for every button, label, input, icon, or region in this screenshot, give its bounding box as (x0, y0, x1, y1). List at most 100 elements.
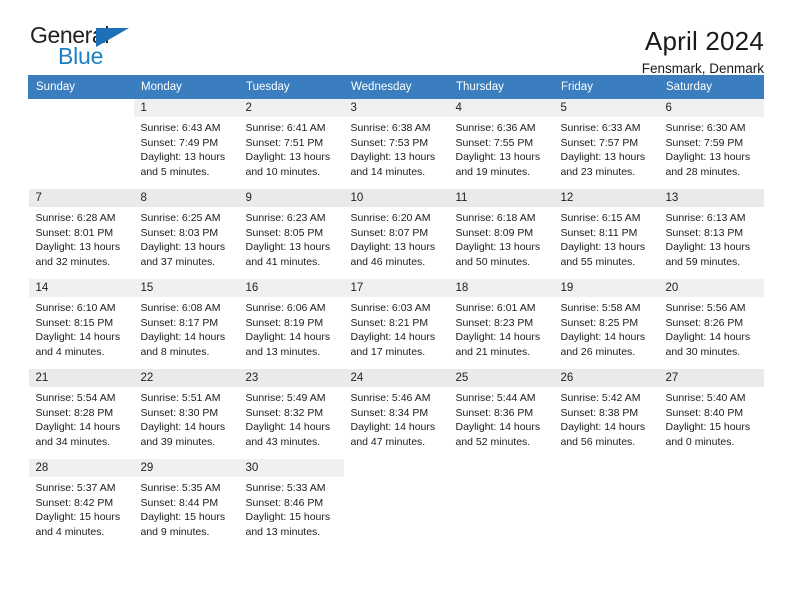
day-detail-daylight-2: and 9 minutes. (140, 525, 210, 538)
day-detail-sunset: Sunset: 7:49 PM (140, 136, 219, 149)
day-detail-daylight-1: Daylight: 13 hours (455, 151, 541, 164)
calendar-day-cell[interactable]: 24 Sunrise: 5:46 AM Sunset: 8:34 PM Dayligh… (343, 369, 449, 459)
calendar-day-cell[interactable]: 21 Sunrise: 5:54 AM Sunset: 8:28 PM Dayligh… (28, 369, 134, 459)
calendar-day-cell[interactable]: 6 Sunrise: 6:30 AM Sunset: 7:59 PM Daylight… (658, 99, 764, 189)
calendar-day-cell[interactable]: 10 Sunrise: 6:20 AM Sunset: 8:07 PM Dayligh… (343, 189, 449, 279)
weekday-header-monday: Monday (133, 75, 239, 99)
day-cell-body: 8 Sunrise: 6:25 AM Sunset: 8:03 PM Daylight… (133, 189, 239, 279)
day-detail-sunrise: Sunrise: 6:23 AM (245, 212, 326, 224)
day-details: Sunrise: 5:44 AM Sunset: 8:36 PM Daylight:… (449, 387, 554, 449)
day-detail-daylight-1: Daylight: 15 hours (245, 511, 331, 524)
day-detail-sunrise: Sunrise: 6:08 AM (140, 302, 221, 314)
day-cell-body: 3 Sunrise: 6:38 AM Sunset: 7:53 PM Daylight… (343, 99, 449, 189)
day-cell-body: 14 Sunrise: 6:10 AM Sunset: 8:15 PM Dayligh… (28, 279, 134, 369)
calendar-day-cell[interactable]: 18 Sunrise: 6:01 AM Sunset: 8:23 PM Dayligh… (448, 279, 554, 369)
day-detail-sunset: Sunset: 8:11 PM (560, 226, 638, 239)
day-detail-daylight-2: and 5 minutes. (140, 165, 210, 178)
calendar-day-cell[interactable]: 8 Sunrise: 6:25 AM Sunset: 8:03 PM Daylight… (133, 189, 239, 279)
calendar-day-cell[interactable]: 7 Sunrise: 6:28 AM Sunset: 8:01 PM Daylight… (28, 189, 134, 279)
calendar-week-row: 28 Sunrise: 5:37 AM Sunset: 8:42 PM Dayligh… (28, 459, 764, 549)
day-detail-daylight-2: and 14 minutes. (350, 165, 426, 178)
day-number (448, 459, 554, 477)
calendar-day-cell[interactable]: 30 Sunrise: 5:33 AM Sunset: 8:46 PM Dayligh… (238, 459, 344, 549)
day-cell-body: 24 Sunrise: 5:46 AM Sunset: 8:34 PM Dayligh… (343, 369, 449, 459)
day-details: Sunrise: 6:20 AM Sunset: 8:07 PM Daylight:… (344, 207, 449, 269)
day-number: 8 (133, 189, 239, 207)
calendar-page: General Blue April 2024 Fensmark, Denmar… (0, 0, 792, 612)
day-detail-daylight-1: Daylight: 14 hours (245, 331, 331, 344)
calendar-day-cell[interactable]: 15 Sunrise: 6:08 AM Sunset: 8:17 PM Dayligh… (133, 279, 239, 369)
calendar-day-cell[interactable]: 2 Sunrise: 6:41 AM Sunset: 7:51 PM Daylight… (238, 99, 344, 189)
day-detail-daylight-1: Daylight: 13 hours (455, 241, 541, 254)
day-detail-sunset: Sunset: 8:40 PM (665, 406, 744, 419)
day-detail-sunrise: Sunrise: 6:43 AM (140, 122, 221, 134)
calendar-day-cell[interactable]: 16 Sunrise: 6:06 AM Sunset: 8:19 PM Dayligh… (238, 279, 344, 369)
calendar-day-cell[interactable]: 25 Sunrise: 5:44 AM Sunset: 8:36 PM Dayligh… (448, 369, 554, 459)
calendar-day-cell (553, 459, 659, 549)
day-detail-sunrise: Sunrise: 6:03 AM (350, 302, 431, 314)
day-details: Sunrise: 6:06 AM Sunset: 8:19 PM Daylight:… (239, 297, 344, 359)
day-details: Sunrise: 6:43 AM Sunset: 7:49 PM Daylight:… (134, 117, 239, 179)
day-cell-body: 25 Sunrise: 5:44 AM Sunset: 8:36 PM Dayligh… (448, 369, 554, 459)
calendar-day-cell[interactable]: 14 Sunrise: 6:10 AM Sunset: 8:15 PM Dayligh… (28, 279, 134, 369)
day-detail-sunset: Sunset: 8:21 PM (350, 316, 429, 329)
calendar-day-cell[interactable]: 26 Sunrise: 5:42 AM Sunset: 8:38 PM Dayligh… (553, 369, 659, 459)
day-detail-sunset: Sunset: 8:19 PM (245, 316, 324, 329)
day-cell-body: 12 Sunrise: 6:15 AM Sunset: 8:11 PM Dayligh… (553, 189, 659, 279)
day-number: 16 (238, 279, 344, 297)
weekday-header-wednesday: Wednesday (343, 75, 449, 99)
calendar-day-cell[interactable]: 5 Sunrise: 6:33 AM Sunset: 7:57 PM Daylight… (553, 99, 659, 189)
calendar-week-row: 1 Sunrise: 6:43 AM Sunset: 7:49 PM Daylight… (28, 99, 764, 189)
day-details: Sunrise: 6:23 AM Sunset: 8:05 PM Daylight:… (239, 207, 344, 269)
day-detail-sunset: Sunset: 8:28 PM (35, 406, 114, 419)
day-detail-daylight-1: Daylight: 15 hours (35, 511, 121, 524)
day-detail-sunrise: Sunrise: 6:01 AM (455, 302, 536, 314)
day-details (344, 477, 449, 481)
day-detail-daylight-2: and 10 minutes. (245, 165, 321, 178)
day-number: 27 (658, 369, 764, 387)
day-detail-daylight-1: Daylight: 13 hours (35, 241, 121, 254)
day-number: 20 (658, 279, 764, 297)
calendar-day-cell[interactable]: 12 Sunrise: 6:15 AM Sunset: 8:11 PM Dayligh… (553, 189, 659, 279)
day-detail-sunset: Sunset: 8:15 PM (35, 316, 114, 329)
day-details: Sunrise: 6:41 AM Sunset: 7:51 PM Daylight:… (239, 117, 344, 179)
calendar-day-cell[interactable]: 1 Sunrise: 6:43 AM Sunset: 7:49 PM Daylight… (133, 99, 239, 189)
calendar-day-cell[interactable]: 20 Sunrise: 5:56 AM Sunset: 8:26 PM Dayligh… (658, 279, 764, 369)
day-detail-daylight-1: Daylight: 13 hours (665, 151, 751, 164)
calendar-day-cell[interactable]: 9 Sunrise: 6:23 AM Sunset: 8:05 PM Daylight… (238, 189, 344, 279)
day-detail-daylight-2: and 4 minutes. (35, 525, 105, 538)
calendar-day-cell[interactable]: 11 Sunrise: 6:18 AM Sunset: 8:09 PM Dayligh… (448, 189, 554, 279)
day-detail-daylight-2: and 43 minutes. (245, 435, 321, 448)
day-detail-daylight-1: Daylight: 13 hours (665, 241, 751, 254)
day-detail-sunset: Sunset: 8:38 PM (560, 406, 639, 419)
day-number: 3 (343, 99, 449, 117)
day-detail-daylight-1: Daylight: 15 hours (665, 421, 751, 434)
day-detail-sunrise: Sunrise: 6:20 AM (350, 212, 431, 224)
day-details: Sunrise: 5:54 AM Sunset: 8:28 PM Daylight:… (29, 387, 134, 449)
day-detail-daylight-2: and 23 minutes. (560, 165, 636, 178)
calendar-day-cell[interactable]: 29 Sunrise: 5:35 AM Sunset: 8:44 PM Dayligh… (133, 459, 239, 549)
location-subtitle: Fensmark, Denmark (641, 61, 764, 76)
calendar-day-cell[interactable]: 22 Sunrise: 5:51 AM Sunset: 8:30 PM Dayligh… (133, 369, 239, 459)
calendar-body: 1 Sunrise: 6:43 AM Sunset: 7:49 PM Daylight… (28, 99, 764, 549)
day-number: 6 (658, 99, 764, 117)
calendar-day-cell[interactable]: 27 Sunrise: 5:40 AM Sunset: 8:40 PM Dayligh… (658, 369, 764, 459)
page-title: April 2024 (644, 26, 764, 56)
day-detail-sunset: Sunset: 8:03 PM (140, 226, 219, 239)
calendar-day-cell[interactable]: 28 Sunrise: 5:37 AM Sunset: 8:42 PM Dayligh… (28, 459, 134, 549)
day-detail-sunrise: Sunrise: 5:49 AM (245, 392, 326, 404)
calendar-day-cell[interactable]: 4 Sunrise: 6:36 AM Sunset: 7:55 PM Daylight… (448, 99, 554, 189)
day-details: Sunrise: 5:56 AM Sunset: 8:26 PM Daylight:… (659, 297, 764, 359)
day-detail-daylight-1: Daylight: 15 hours (140, 511, 226, 524)
day-detail-daylight-2: and 46 minutes. (350, 255, 426, 268)
calendar-day-cell[interactable]: 23 Sunrise: 5:49 AM Sunset: 8:32 PM Dayligh… (238, 369, 344, 459)
calendar-day-cell (28, 99, 134, 189)
day-detail-daylight-2: and 41 minutes. (245, 255, 321, 268)
calendar-day-cell[interactable]: 3 Sunrise: 6:38 AM Sunset: 7:53 PM Daylight… (343, 99, 449, 189)
calendar-day-cell[interactable]: 19 Sunrise: 5:58 AM Sunset: 8:25 PM Dayligh… (553, 279, 659, 369)
calendar-day-cell[interactable]: 13 Sunrise: 6:13 AM Sunset: 8:13 PM Dayligh… (658, 189, 764, 279)
day-cell-body: 5 Sunrise: 6:33 AM Sunset: 7:57 PM Daylight… (553, 99, 659, 189)
day-details: Sunrise: 6:01 AM Sunset: 8:23 PM Daylight:… (449, 297, 554, 359)
day-detail-sunset: Sunset: 7:53 PM (350, 136, 429, 149)
calendar-day-cell[interactable]: 17 Sunrise: 6:03 AM Sunset: 8:21 PM Dayligh… (343, 279, 449, 369)
